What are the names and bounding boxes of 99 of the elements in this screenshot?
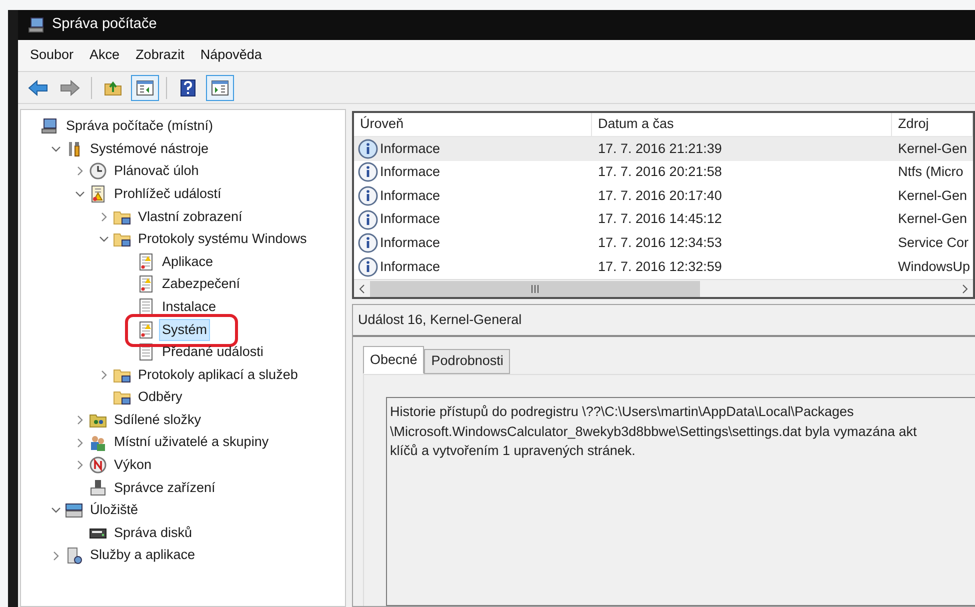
tree-item[interactable]: Úložiště: [87, 499, 142, 522]
forward-arrow-icon: [60, 80, 80, 96]
tree-item[interactable]: Protokoly systému Windows: [135, 228, 310, 250]
computer-icon: [28, 16, 46, 34]
expand-chevron-icon[interactable]: [75, 460, 85, 470]
level-text: Informace: [380, 163, 440, 182]
collapse-chevron-icon[interactable]: [75, 189, 85, 200]
tab[interactable]: Podrobnosti: [424, 349, 510, 374]
source-text: Service Cor: [897, 234, 970, 252]
level-text: Informace: [380, 258, 440, 276]
expand-chevron-icon[interactable]: [99, 370, 109, 380]
log-icon: [137, 252, 155, 271]
date-text: 17. 7. 2016 21:21:39: [597, 140, 723, 158]
tree-item[interactable]: Správce zařízení: [111, 476, 218, 499]
date-text: 17. 7. 2016 14:45:12: [597, 210, 723, 228]
level-text: Informace: [380, 140, 440, 158]
message-text: Historie přístupů do podregistru \??\C:\Users\martin\AppData\Local\Packages: [390, 403, 855, 421]
expand-chevron-icon[interactable]: [75, 415, 85, 426]
collapse-chevron-icon[interactable]: [51, 505, 61, 516]
tree-item[interactable]: Systém: [159, 318, 210, 341]
tree-item[interactable]: Správa disků: [111, 522, 196, 544]
event-row[interactable]: Informace 17. 7. 2016 14:45:12 Kernel-Gen: [354, 208, 973, 232]
expand-chevron-icon[interactable]: [99, 212, 109, 222]
menu-item[interactable]: Soubor: [22, 45, 82, 66]
source-text: Kernel-Gen: [897, 210, 968, 228]
tree-item[interactable]: Plánovač úloh: [111, 160, 202, 183]
toolbar-button[interactable]: [131, 74, 159, 100]
log-icon: [137, 320, 155, 339]
source-text: Kernel-Gen: [897, 186, 968, 205]
expand-chevron-icon[interactable]: [75, 166, 85, 176]
info-icon: [358, 210, 378, 230]
event-log-icon: [89, 185, 107, 204]
collapse-chevron-icon[interactable]: [51, 144, 61, 154]
column-header[interactable]: Úroveň: [354, 113, 592, 136]
grip-icon: [530, 284, 540, 292]
event-row[interactable]: Informace 17. 7. 2016 12:34:53 Service Cor: [354, 231, 973, 255]
storage-icon: [65, 501, 83, 520]
horizontal-scrollbar[interactable]: [354, 279, 973, 297]
tree-item[interactable]: Služby a aplikace: [87, 544, 198, 567]
clock-icon: [89, 162, 107, 180]
gauge-icon: [89, 456, 107, 474]
message-text: klíčů a vytvořením 1 upravených stránek.: [390, 442, 636, 460]
column-header[interactable]: Datum a čas: [592, 113, 892, 136]
event-title: Událost 16, Kernel-General: [358, 310, 522, 329]
window-title: Správa počítače: [52, 15, 157, 34]
tree-item[interactable]: Systémové nástroje: [87, 138, 212, 160]
tree-item[interactable]: Výkon: [111, 454, 155, 476]
tree-item[interactable]: Sdílené složky: [111, 408, 204, 432]
tree-item[interactable]: Zabezpečení: [159, 273, 244, 296]
log-icon: [137, 275, 155, 294]
date-text: 17. 7. 2016 12:34:53: [597, 234, 723, 252]
event-row[interactable]: Informace 17. 7. 2016 20:21:58 Ntfs (Micro: [354, 160, 973, 184]
event-row[interactable]: Informace 17. 7. 2016 20:17:40 Kernel-Gen: [354, 184, 973, 208]
tree-item[interactable]: Předané události: [159, 341, 266, 364]
source-text: Ntfs (Micro: [897, 163, 964, 182]
tree-item[interactable]: Odběry: [135, 386, 186, 409]
tree-item[interactable]: Vlastní zobrazení: [135, 206, 246, 228]
expand-chevron-icon[interactable]: [75, 438, 85, 448]
event-row[interactable]: Informace 17. 7. 2016 12:32:59 WindowsUp: [354, 254, 973, 279]
date-text: 17. 7. 2016 20:21:58: [597, 163, 723, 182]
collapse-chevron-icon[interactable]: [99, 234, 109, 244]
level-text: Informace: [380, 210, 440, 228]
message-text: \Microsoft.WindowsCalculator_8wekyb3d8bbwe\Settings\settings.dat byla vymazána akt: [390, 422, 918, 441]
pane-toggle-icon: [211, 80, 229, 96]
level-text: Informace: [380, 186, 440, 205]
info-icon: [358, 138, 378, 159]
log-icon: [137, 298, 155, 316]
users-icon: [89, 434, 107, 452]
source-text: WindowsUp: [897, 258, 972, 276]
tab[interactable]: Obecné: [363, 346, 424, 374]
info-icon: [358, 256, 378, 277]
tree-item[interactable]: Správa počítače (místní): [63, 115, 216, 138]
toolbar-button[interactable]: [206, 74, 234, 100]
tree-item[interactable]: Aplikace: [159, 250, 216, 273]
menu-item[interactable]: Akce: [82, 45, 128, 66]
event-row[interactable]: Informace 17. 7. 2016 21:21:39 Kernel-Gen: [354, 137, 973, 161]
info-icon: [358, 233, 378, 254]
tree-item[interactable]: Místní uživatelé a skupiny: [111, 431, 272, 454]
help-icon: [180, 78, 196, 96]
info-icon: [358, 162, 378, 182]
scrollbar-thumb[interactable]: [370, 280, 700, 296]
expand-chevron-icon[interactable]: [51, 550, 61, 561]
menu-item[interactable]: Zobrazit: [128, 45, 192, 66]
source-text: Kernel-Gen: [897, 140, 968, 158]
menu-item[interactable]: Nápověda: [192, 45, 270, 66]
date-text: 17. 7. 2016 20:17:40: [597, 186, 723, 205]
computer-icon: [41, 117, 59, 136]
tree-item[interactable]: Prohlížeč událostí: [111, 182, 224, 206]
back-arrow-icon: [28, 80, 48, 96]
folder-up-icon: [104, 80, 122, 96]
column-header[interactable]: Zdroj: [892, 113, 973, 136]
tree-item[interactable]: Protokoly aplikací a služeb: [135, 364, 301, 386]
level-text: Informace: [380, 234, 440, 252]
device-icon: [89, 478, 107, 497]
pane-toggle-icon: [136, 80, 154, 96]
services-icon: [65, 546, 83, 565]
date-text: 17. 7. 2016 12:32:59: [597, 258, 723, 276]
info-icon: [358, 186, 378, 206]
tree-item[interactable]: Instalace: [159, 296, 220, 318]
